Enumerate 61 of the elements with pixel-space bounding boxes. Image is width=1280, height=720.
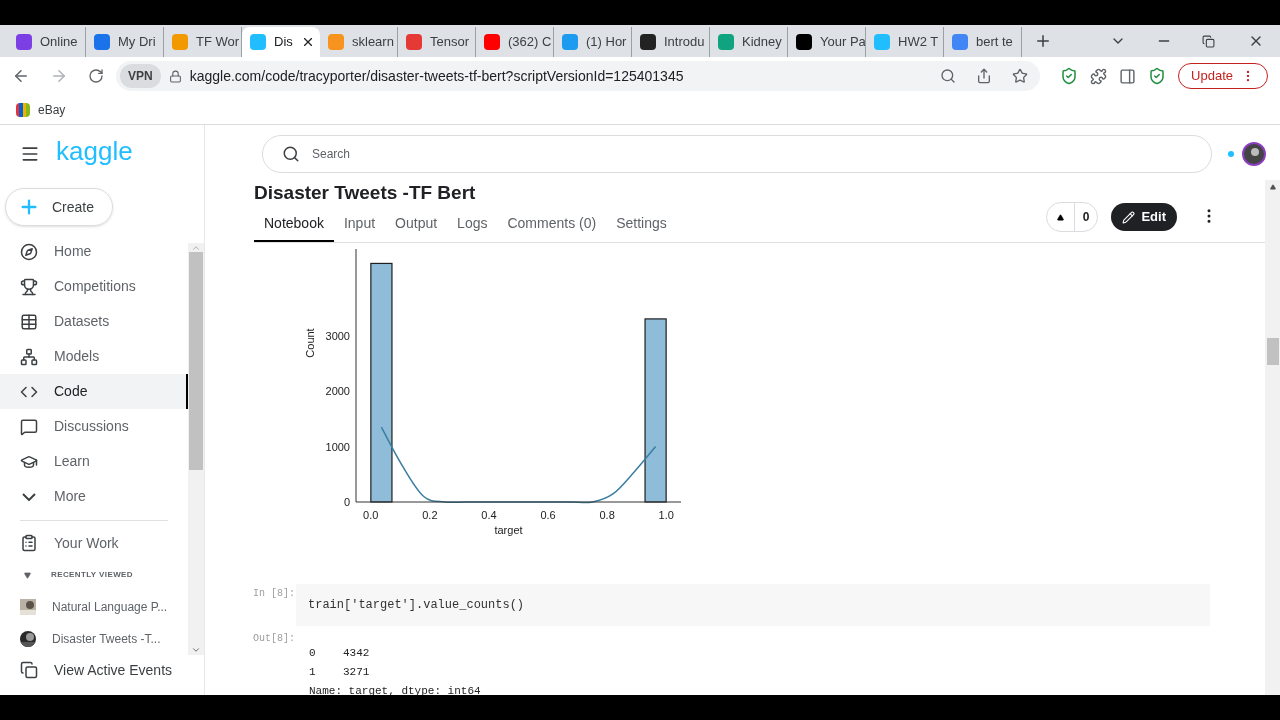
bookmark-label: eBay — [38, 101, 66, 119]
section-heading: RECENTLY VIEWED — [51, 569, 133, 581]
nav-item[interactable]: More — [0, 479, 188, 514]
code-line: train['target'].value_counts() — [308, 597, 525, 614]
url-text: kaggle.com/code/tracyporter/disaster-tweets-tf-bert?scriptVersionId=125401345 — [189, 66, 684, 86]
y-tick-label: 3000 — [325, 329, 350, 342]
x-tick-label: 0.4 — [481, 509, 497, 521]
view-events-link[interactable]: View Active Events — [0, 655, 180, 685]
tab-title: My Dri — [118, 33, 156, 52]
nav-item[interactable]: Home — [0, 234, 188, 269]
tab-title: sklearn — [352, 33, 394, 52]
your-work-link[interactable]: Your Work — [0, 527, 180, 559]
vote-count: 0 — [1073, 203, 1098, 231]
nav-item[interactable]: Competitions — [0, 269, 188, 304]
x-tick-label: 0.2 — [422, 509, 438, 521]
edit-button[interactable]: Edit — [1111, 203, 1177, 231]
y-tick-label: 1000 — [325, 440, 350, 453]
nav-item[interactable]: Code — [0, 374, 188, 409]
tab-title: Introdu — [664, 33, 705, 52]
tab-title: TF Wor — [196, 33, 240, 52]
output-value: 4342 — [343, 646, 370, 661]
search-field[interactable]: Search — [262, 134, 1212, 173]
output-index: 0 — [309, 646, 317, 661]
nav-item[interactable]: Datasets — [0, 304, 188, 339]
output-value: 3271 — [343, 665, 370, 680]
notebook-tab[interactable]: Logs — [447, 206, 498, 242]
cell-prompt: Out[8]: — [253, 632, 296, 646]
notebook-tab[interactable]: Output — [385, 206, 448, 242]
bookmark[interactable]: eBay — [16, 100, 66, 119]
notebook-title: Disaster Tweets -TF Bert — [254, 182, 477, 204]
recent-item[interactable]: Disaster Tweets -T... — [0, 623, 180, 655]
nav-item[interactable]: Learn — [0, 444, 188, 479]
tab-title: Dis — [274, 33, 293, 52]
tab-title: Your Pa — [820, 33, 865, 52]
tab-title: Tensor — [430, 33, 470, 52]
nav-item[interactable]: Discussions — [0, 409, 188, 444]
tab-title: bert te — [976, 33, 1013, 52]
y-tick-label: 2000 — [325, 385, 350, 398]
x-axis-label: target — [494, 524, 523, 536]
x-tick-label: 1.0 — [658, 509, 674, 521]
notebook-tab[interactable]: Input — [333, 206, 386, 242]
cell-prompt: In [8]: — [253, 587, 296, 601]
x-tick-label: 0.8 — [599, 509, 615, 521]
vpn-badge[interactable]: VPN — [120, 64, 161, 88]
browser-tab[interactable]: Dis — [242, 27, 320, 57]
notebook-tab[interactable]: Settings — [606, 206, 677, 242]
output-index: 1 — [309, 665, 317, 680]
notebook-tab[interactable]: Comments (0) — [497, 206, 607, 242]
notebook-tab[interactable]: Notebook — [254, 206, 334, 242]
y-axis-label: Count — [304, 328, 316, 358]
tab-title: Kidney — [742, 33, 782, 52]
y-tick-label: 0 — [343, 496, 350, 508]
recent-item[interactable]: Natural Language P... — [0, 591, 180, 623]
address-field[interactable]: VPN kaggle.com/code/tracyporter/disaster-tweets-tf-bert?scriptVersionId=125401345 — [116, 61, 1041, 91]
nav-item[interactable]: Models — [0, 339, 188, 374]
tab-title: Online — [40, 33, 78, 52]
tab-title: HW2 T — [898, 33, 939, 52]
tab-title: (362) C — [508, 33, 552, 52]
tab-title: (1) Hor — [586, 33, 627, 52]
x-tick-label: 0.6 — [540, 509, 556, 521]
x-tick-label: 0.0 — [363, 509, 379, 521]
